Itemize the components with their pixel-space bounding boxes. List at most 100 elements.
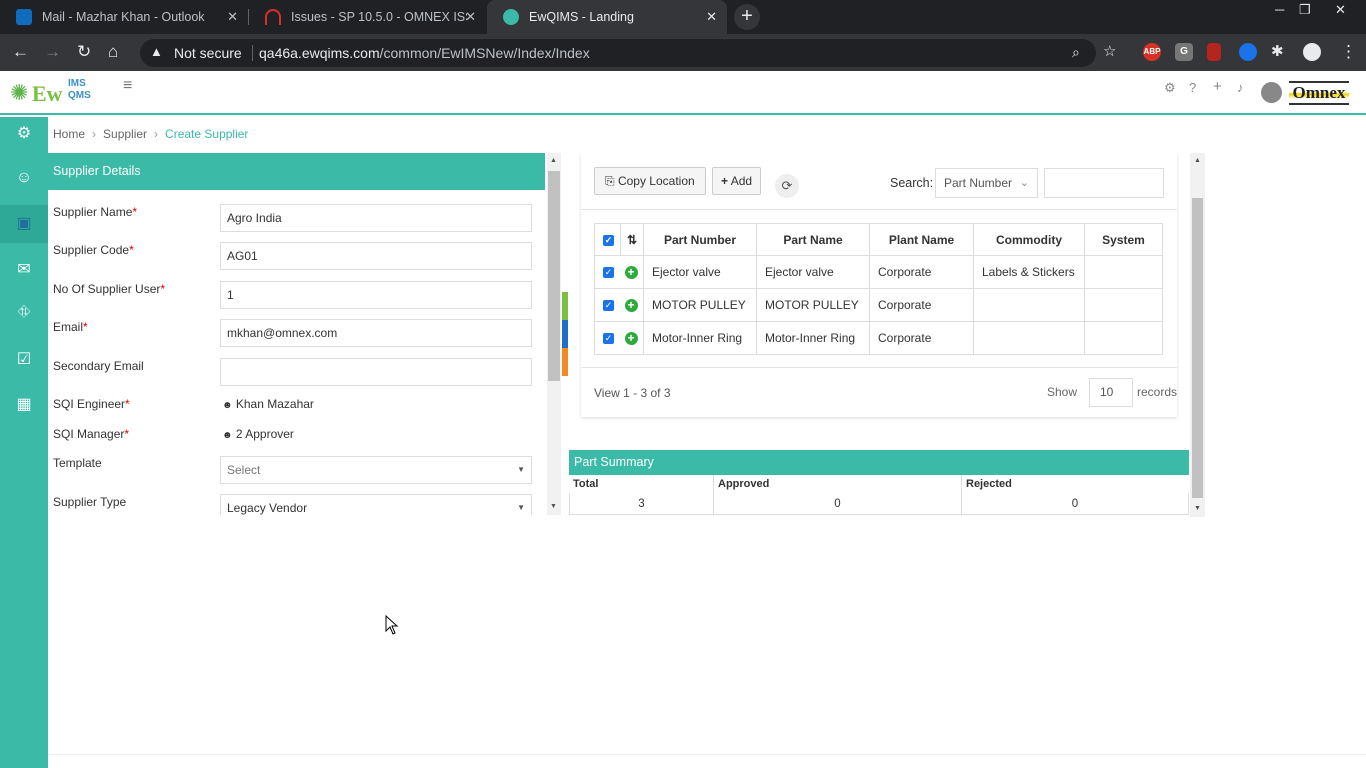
scroll-up-icon[interactable]: ▲ [550,157,557,164]
scrollbar-thumb[interactable] [548,171,560,381]
user-avatar[interactable] [1261,82,1282,103]
col-system[interactable]: System [1084,223,1163,256]
logo-qms: QMS [68,90,91,101]
secondary-email-input[interactable] [220,358,532,386]
ewqims-logo[interactable]: ✺ Ew IMS QMS [10,76,100,108]
scroll-up-icon[interactable]: ▲ [1194,157,1201,164]
summary-rejected-header: Rejected [966,478,1012,490]
cell-system [1084,255,1163,289]
col-plant-name[interactable]: Plant Name [869,223,974,256]
scroll-down-icon[interactable]: ▼ [1194,505,1201,512]
close-tab-icon[interactable]: ✕ [465,9,476,25]
select-all-checkbox[interactable]: ✓ [594,223,621,256]
tab-outlook[interactable]: Mail - Mazhar Khan - Outlook ✕ [0,0,248,34]
row-add-icon[interactable]: + [620,255,644,289]
sidebar-building-icon[interactable]: ▦ [0,394,48,414]
breadcrumb-home[interactable]: Home [53,127,85,141]
extensions-puzzle-icon[interactable]: ✱ [1271,42,1284,62]
menu-dots-icon[interactable]: ⋮ [1340,42,1357,62]
table-row[interactable]: ✓ + Ejector valve Ejector valve Corporat… [594,255,1163,289]
reload-icon[interactable]: ↻ [77,42,91,62]
omnex-brand-logo: Omnex [1289,81,1349,105]
notification-bell-icon[interactable]: ♪ [1237,80,1244,95]
adblock-icon[interactable]: ABP [1143,43,1161,61]
supplier-name-input[interactable]: Agro India [220,204,532,232]
col-commodity[interactable]: Commodity [973,223,1085,256]
tab-title: Issues - SP 10.5.0 - OMNEX ISSUE [291,10,467,24]
extension-color-icon[interactable] [1239,43,1257,61]
hamburger-menu-icon[interactable]: ≡ [123,77,132,95]
minimize-icon[interactable]: ─ [1275,2,1284,17]
forward-icon[interactable]: → [44,42,61,62]
grammarly-icon[interactable]: G [1175,43,1193,61]
warning-icon[interactable]: ▲ [150,44,163,59]
search-field-select[interactable]: Part Number ⌄ [935,168,1038,198]
cell-plant: Corporate [869,321,974,355]
supplier-users-input[interactable]: 1 [220,281,532,309]
page-size-input[interactable]: 10 [1089,378,1133,407]
sidebar-user-icon[interactable]: ☺ [0,169,48,187]
sidebar-settings-icon[interactable]: ⚙ [0,123,48,143]
scrollbar-thumb[interactable] [1192,198,1203,498]
url-text[interactable]: qa46a.ewqims.com/common/EwIMSNew/Index/I… [259,45,590,61]
close-tab-icon[interactable]: ✕ [706,9,717,25]
sidebar-workflow-icon[interactable]: ⛗ [0,304,48,322]
row-add-icon[interactable]: + [620,288,644,322]
supplier-details-panel: Supplier Details Supplier Name* Agro Ind… [48,153,545,515]
copy-location-button[interactable]: ⎘ Copy Location [594,167,706,195]
search-input[interactable] [1044,168,1164,198]
add-part-button[interactable]: + Add [712,167,762,195]
copy-icon: ⎘ [605,174,615,188]
email-input[interactable]: mkhan@omnex.com [220,319,532,347]
add-icon[interactable]: + [1213,78,1222,95]
row-checkbox[interactable]: ✓ [594,321,621,355]
new-tab-button[interactable]: + [734,4,760,30]
sqi-engineer-value[interactable]: ☻ Khan Mazahar [222,397,314,411]
close-window-icon[interactable]: ✕ [1335,2,1346,18]
sidebar-supplier-icon[interactable]: ▣ [0,205,48,243]
dropdown-caret-icon: ▼ [517,503,525,512]
settings-gear-icon[interactable]: ⚙ [1164,80,1176,96]
row-checkbox[interactable]: ✓ [594,255,621,289]
template-select[interactable]: Select ▼ [220,456,532,484]
sidebar-user-check-icon[interactable]: ☑ [0,349,48,369]
zoom-icon[interactable]: ⌕ [1072,44,1080,61]
right-panel-scrollbar[interactable]: ▲ ▼ [1190,153,1205,517]
sidebar-mail-icon[interactable]: ✉ [0,259,48,279]
row-add-icon[interactable]: + [620,321,644,355]
tab-ewqims[interactable]: EwQIMS - Landing ✕ [487,0,727,34]
logo-star-icon: ✺ [10,80,29,105]
back-icon[interactable]: ← [12,42,29,62]
bookmark-star-icon[interactable]: ☆ [1103,42,1116,62]
table-row[interactable]: ✓ + MOTOR PULLEY MOTOR PULLEY Corporate [594,288,1163,322]
pdf-icon[interactable] [1207,43,1221,61]
refresh-icon[interactable]: ⟳ [775,174,799,198]
supplier-name-label: Supplier Name* [53,205,138,219]
scroll-down-icon[interactable]: ▼ [550,503,557,510]
home-icon[interactable]: ⌂ [108,42,118,62]
sqi-manager-value[interactable]: ☻ 2 Approver [222,427,294,441]
left-panel-scrollbar[interactable]: ▲ ▼ [547,153,561,515]
tab-issues[interactable]: Issues - SP 10.5.0 - OMNEX ISSUE ✕ [249,0,486,34]
help-icon[interactable]: ? [1189,80,1196,95]
status-strip-orange [562,348,568,376]
restore-icon[interactable]: ❐ [1299,2,1311,18]
supplier-type-select[interactable]: Legacy Vendor ▼ [220,494,532,515]
plus-circle-icon: + [624,332,638,346]
sort-icon[interactable]: ⇅ [620,223,644,256]
col-part-number[interactable]: Part Number [643,223,757,256]
outlook-icon [16,9,32,25]
url-separator [252,45,253,61]
close-tab-icon[interactable]: ✕ [227,9,238,25]
security-label[interactable]: Not secure [174,45,242,61]
table-row[interactable]: ✓ + Motor-Inner Ring Motor-Inner Ring Co… [594,321,1163,355]
col-part-name[interactable]: Part Name [756,223,870,256]
person-icon: ☻ [222,400,233,411]
profile-icon[interactable] [1303,43,1321,61]
address-bar[interactable]: ▲ Not secure qa46a.ewqims.com/common/EwI… [140,39,1096,67]
supplier-code-input[interactable]: AG01 [220,242,532,270]
row-checkbox[interactable]: ✓ [594,288,621,322]
left-sidebar: ⚙ ☺ ▣ ✉ ⛗ ☑ ▦ [0,117,48,768]
cell-plant: Corporate [869,255,974,289]
breadcrumb-supplier[interactable]: Supplier [103,127,147,141]
